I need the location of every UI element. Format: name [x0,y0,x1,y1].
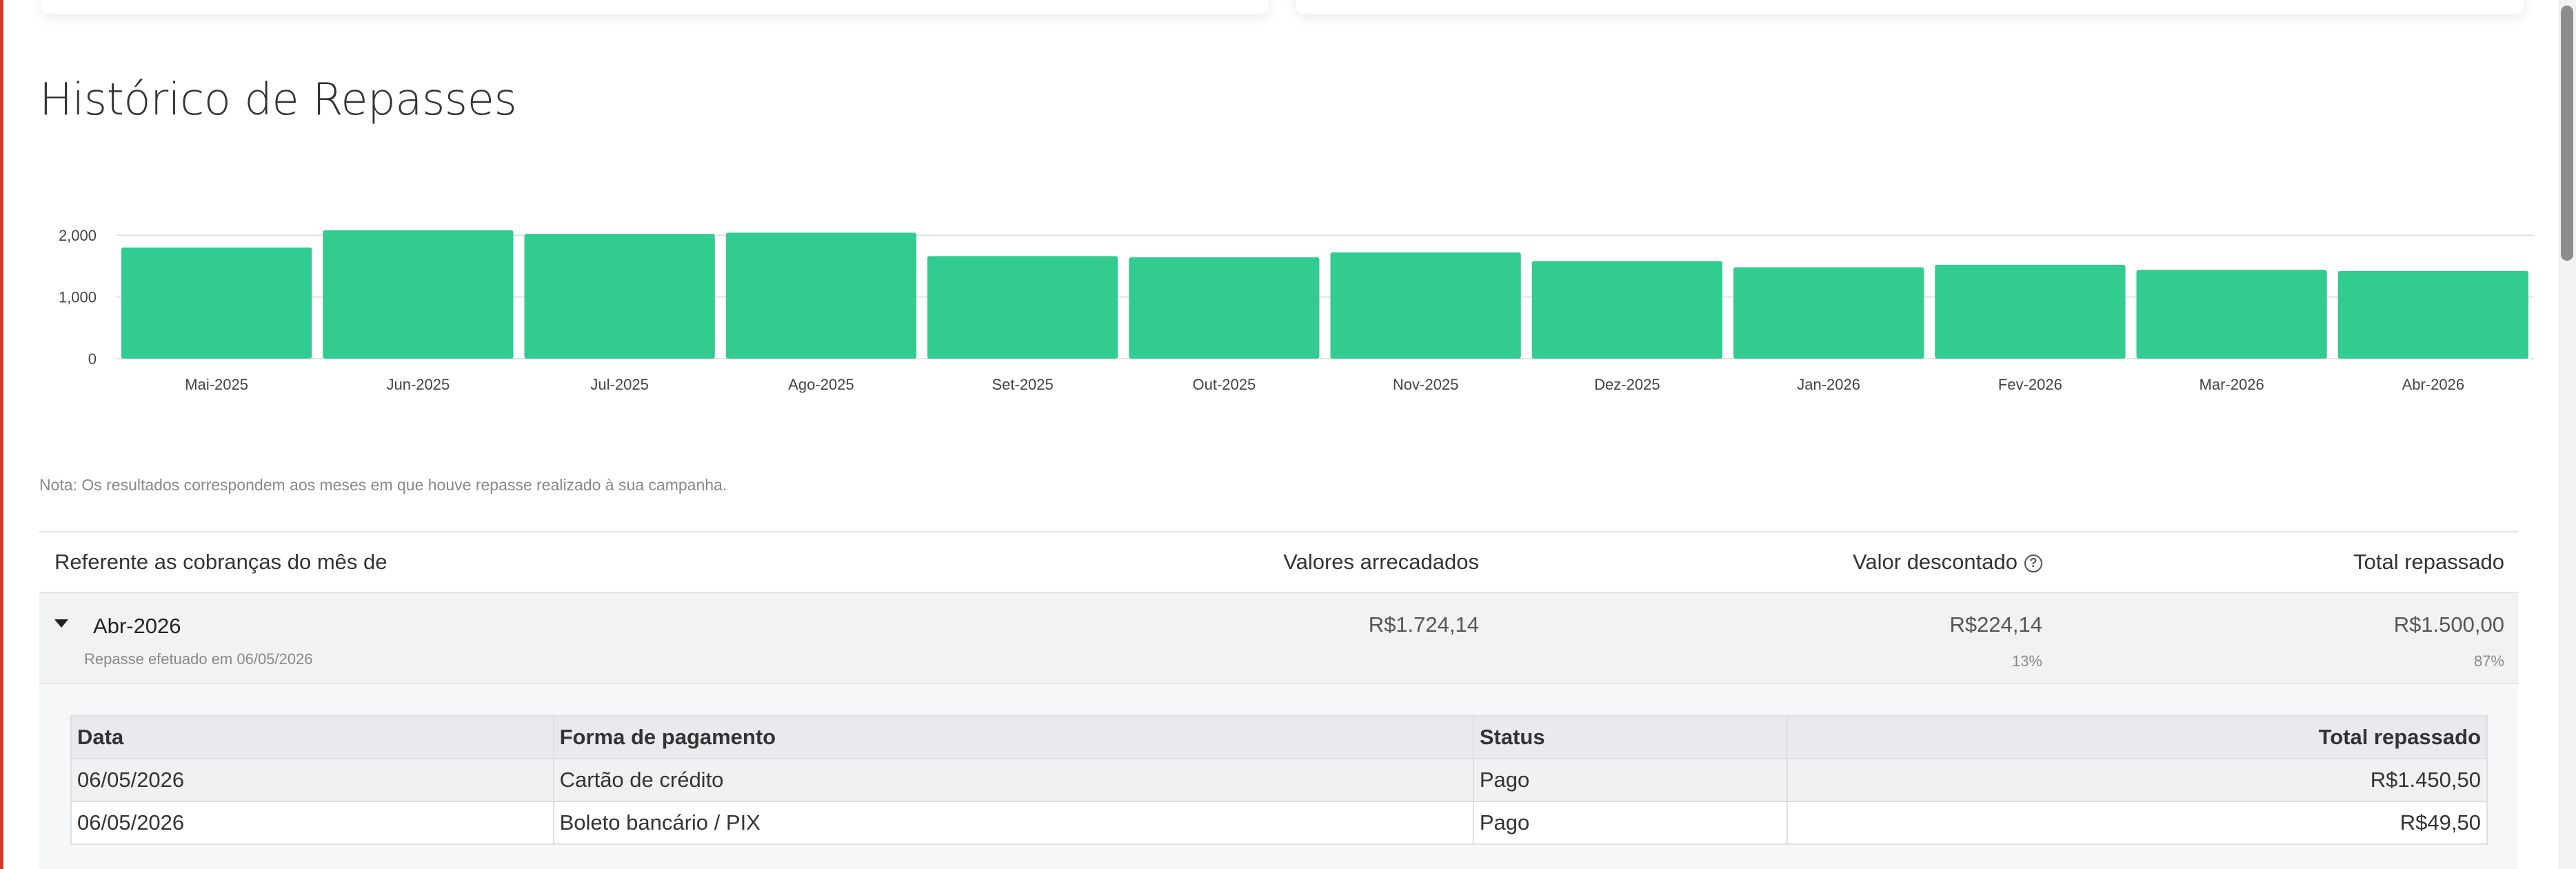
bar-out-2025[interactable] [1129,257,1320,359]
repasses-bar-chart: 0 1,000 2,000 Mai-2025 Jun-2025 Jul-2025 Ago-2… [59,227,2534,393]
y-tick-label: 1,000 [59,288,97,306]
bar-jun-2025[interactable] [323,230,514,359]
summary-table: Referente as cobranças do mês de Valores… [39,531,2518,684]
x-tick-label: Jan-2026 [1797,376,1860,393]
left-edge-bar [0,0,3,869]
bar-jul-2025[interactable] [524,234,715,359]
header-discounted: Valor descontado? [1853,550,2042,575]
cell-total: R$49,50 [1786,801,2488,845]
bar-ago-2025[interactable] [725,232,916,359]
row-total-pct: 87% [2473,652,2504,670]
cell-total: R$1.450,50 [1786,758,2488,802]
bar-mar-2026[interactable] [2136,270,2327,359]
top-card-right [1296,0,2524,14]
caret-down-icon[interactable] [54,619,68,628]
y-tick-label: 0 [88,350,97,368]
row-discounted: R$224,14 [1949,612,2042,637]
bar-abr-2026[interactable] [2337,270,2528,359]
header-month: Referente as cobranças do mês de [54,550,388,574]
x-tick-label: Set-2025 [992,376,1053,393]
bar-nov-2025[interactable] [1330,252,1521,359]
cell-status: Pago [1472,801,1788,845]
header-collected: Valores arrecadados [1283,550,1479,574]
cell-payment: Boleto bancário / PIX [552,801,1474,845]
page-title: Histórico de Repasses [39,74,517,126]
row-discounted-pct: 13% [2011,652,2042,670]
detail-header-status: Status [1472,715,1788,759]
x-tick-label: Abr-2026 [2402,376,2465,393]
bar-mai-2025[interactable] [121,247,312,359]
cell-payment: Cartão de crédito [552,758,1474,802]
row-month: Abr-2026 [93,614,181,638]
bar-fev-2026[interactable] [1935,264,2126,359]
table-row: 06/05/2026 Cartão de crédito Pago R$1.45… [70,758,2488,802]
x-tick-label: Jun-2025 [387,376,450,393]
detail-header-payment: Forma de pagamento [552,715,1474,759]
x-tick-label: Jul-2025 [590,376,648,393]
scrollbar-thumb[interactable] [2561,6,2573,261]
top-card-left [41,0,1269,14]
detail-header-total: Total repassado [1786,715,2488,759]
bar-dez-2025[interactable] [1531,261,1722,359]
row-transfer-date: Repasse efetuado em 06/05/2026 [84,650,313,668]
x-tick-label: Out-2025 [1193,376,1256,393]
detail-table: Data Forma de pagamento Status Total rep… [70,715,2488,845]
x-tick-label: Mai-2025 [185,376,248,393]
cell-date: 06/05/2026 [70,758,554,802]
cell-status: Pago [1472,758,1788,802]
detail-panel: Data Forma de pagamento Status Total rep… [39,684,2518,869]
detail-header-date: Data [70,715,554,759]
question-circle-icon[interactable]: ? [2024,554,2042,572]
summary-row-expandable[interactable]: Abr-2026 Repasse efetuado em 06/05/2026 … [39,593,2518,684]
x-tick-label: Ago-2025 [788,376,854,393]
header-discounted-label: Valor descontado [1853,550,2017,574]
x-tick-label: Nov-2025 [1393,376,1458,393]
bar-set-2025[interactable] [927,256,1118,359]
detail-header-row: Data Forma de pagamento Status Total rep… [70,715,2488,759]
cell-date: 06/05/2026 [70,801,554,845]
row-collected: R$1.724,14 [1368,612,1479,637]
x-tick-label: Fev-2026 [1998,376,2062,393]
x-tick-label: Dez-2025 [1594,376,1660,393]
y-tick-label: 2,000 [59,227,97,244]
bar-jan-2026[interactable] [1733,267,1924,359]
chart-note: Nota: Os resultados correspondem aos mes… [39,476,727,494]
table-row: 06/05/2026 Boleto bancário / PIX Pago R$… [70,801,2488,845]
summary-header: Referente as cobranças do mês de Valores… [39,531,2518,593]
x-tick-label: Mar-2026 [2200,376,2264,393]
row-total: R$1.500,00 [2393,612,2504,637]
vertical-scrollbar[interactable] [2558,0,2576,869]
header-total: Total repassado [2353,550,2504,574]
